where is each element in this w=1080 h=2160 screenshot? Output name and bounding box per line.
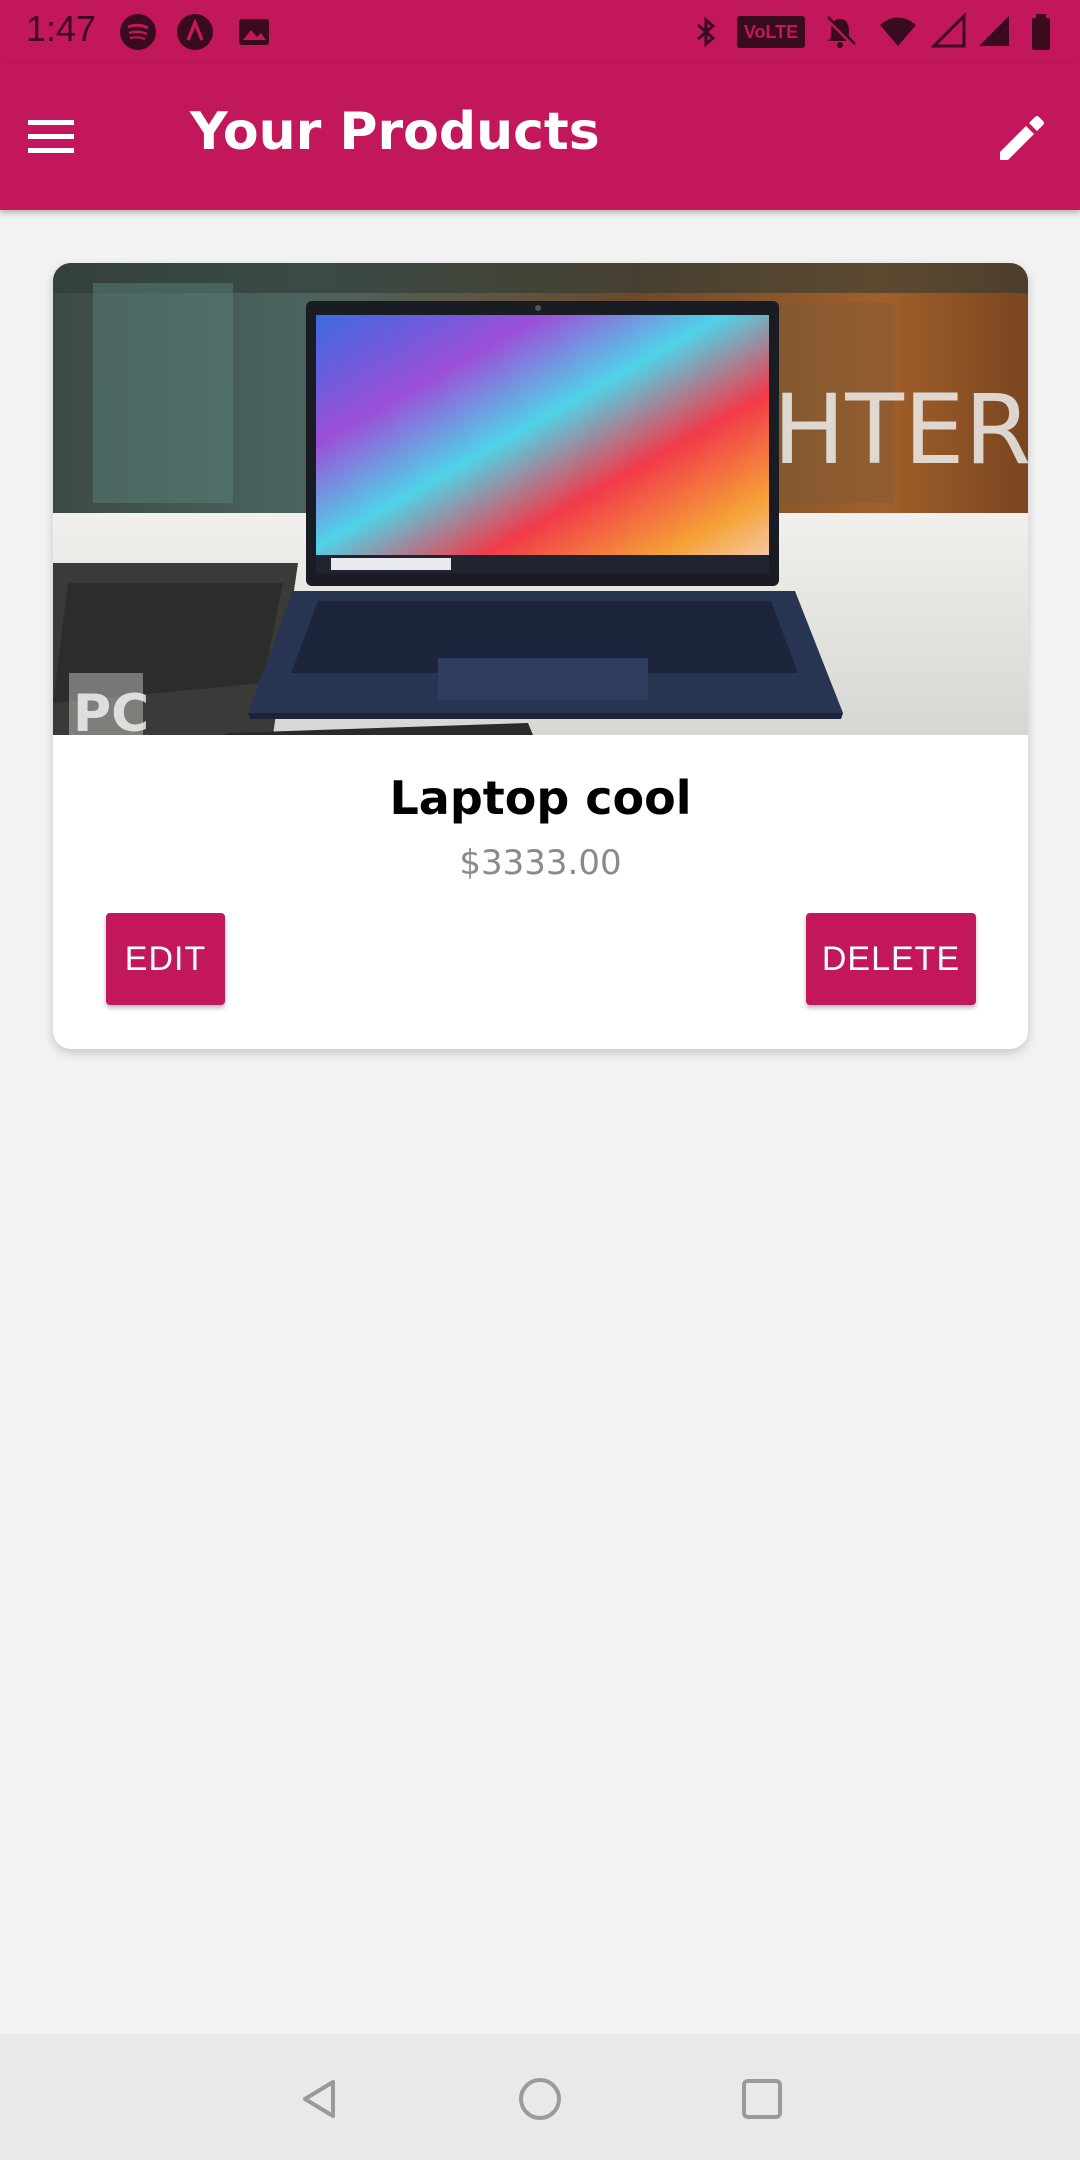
edit-pencil-icon[interactable] bbox=[990, 106, 1054, 170]
menu-icon[interactable] bbox=[22, 110, 82, 164]
background-sign-text: HTER bbox=[773, 374, 1028, 486]
bluetooth-icon bbox=[697, 16, 716, 48]
edit-button[interactable]: EDIT bbox=[106, 913, 225, 1005]
image-icon bbox=[239, 19, 269, 45]
status-time: 1:47 bbox=[26, 8, 97, 49]
product-card: HTER PC Laptop cool $3333.00 EDIT DELETE bbox=[53, 263, 1028, 1049]
battery-icon bbox=[1032, 14, 1050, 50]
spotify-icon bbox=[120, 14, 156, 50]
page-title: Your Products bbox=[190, 102, 600, 162]
app-bar: Your Products bbox=[0, 64, 1080, 210]
signal-empty-icon bbox=[930, 12, 966, 48]
delete-button[interactable]: DELETE bbox=[806, 913, 976, 1005]
volte-icon: VoLTE bbox=[737, 16, 805, 48]
recents-icon[interactable] bbox=[737, 2074, 787, 2124]
signal-icon bbox=[979, 16, 1009, 46]
app-a-icon bbox=[177, 14, 213, 50]
status-bar: 1:47 VoLTE bbox=[0, 0, 1080, 64]
product-price: $3333.00 bbox=[459, 843, 622, 883]
laptop-photo: HTER PC bbox=[53, 263, 1028, 735]
home-icon[interactable] bbox=[515, 2074, 565, 2124]
watermark-text: PC bbox=[73, 684, 149, 735]
product-image: HTER PC bbox=[53, 263, 1028, 735]
wifi-icon bbox=[880, 17, 916, 46]
back-icon[interactable] bbox=[295, 2074, 345, 2124]
muted-bell-icon bbox=[825, 16, 856, 48]
system-nav-bar bbox=[0, 2034, 1080, 2160]
volte-label: VoLTE bbox=[743, 21, 799, 42]
product-title: Laptop cool bbox=[389, 771, 692, 825]
